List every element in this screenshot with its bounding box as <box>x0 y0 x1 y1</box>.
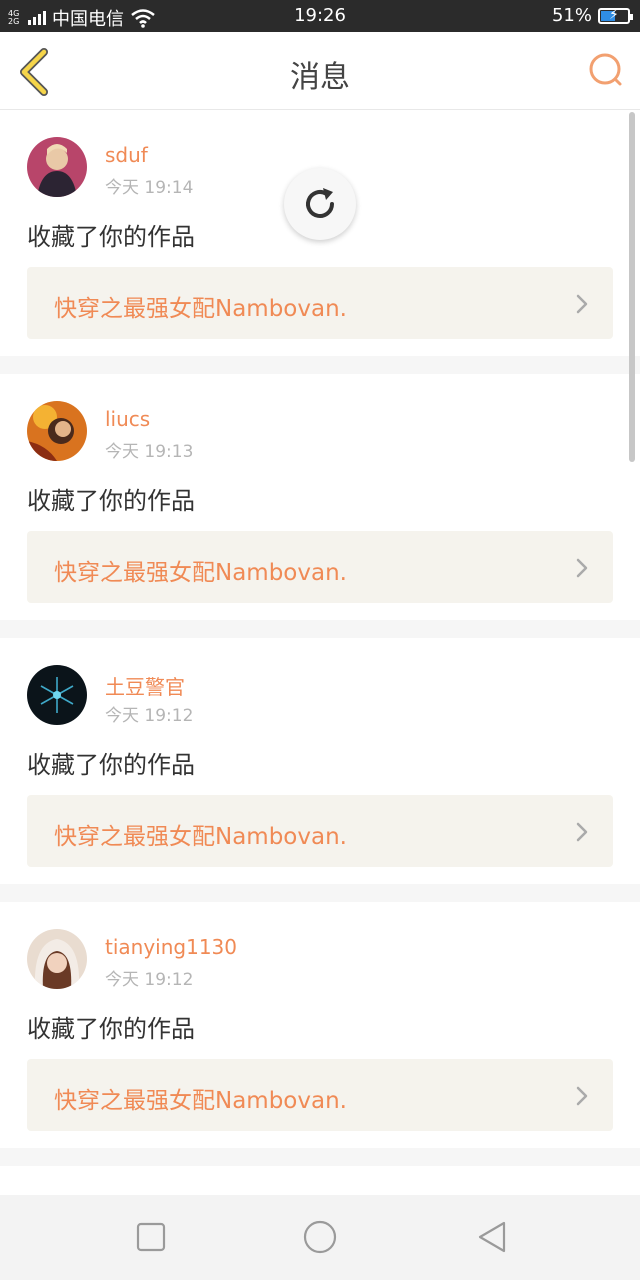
avatar[interactable] <box>27 929 87 989</box>
recent-apps-square-icon[interactable] <box>133 1219 169 1255</box>
work-link[interactable]: 快穿之最强女配Nambovan. <box>27 267 613 339</box>
message-list: sduf 今天 19:14 收藏了你的作品 快穿之最强女配Nambovan. l… <box>0 110 640 1214</box>
timestamp: 今天 19:12 <box>105 706 194 726</box>
action-text: 收藏了你的作品 <box>27 1015 195 1043</box>
search-icon[interactable] <box>586 50 626 90</box>
status-right: 51% ⚡ <box>551 5 633 26</box>
work-link[interactable]: 快穿之最强女配Nambovan. <box>27 1059 613 1131</box>
back-triangle-icon[interactable] <box>474 1219 510 1255</box>
work-title: 快穿之最强女配Nambovan. <box>54 1088 347 1114</box>
work-title: 快穿之最强女配Nambovan. <box>54 824 347 850</box>
refresh-icon <box>306 188 334 218</box>
message-card: tianying1130 今天 19:12 收藏了你的作品 快穿之最强女配Nam… <box>0 902 640 1148</box>
partial-message-card <box>0 1166 640 1196</box>
page-title: 消息 <box>290 60 350 95</box>
action-text: 收藏了你的作品 <box>27 487 195 515</box>
username[interactable]: sduf <box>105 143 148 167</box>
avatar[interactable] <box>27 401 87 461</box>
battery-percent: 51% <box>551 5 592 26</box>
work-link[interactable]: 快穿之最强女配Nambovan. <box>27 795 613 867</box>
work-title: 快穿之最强女配Nambovan. <box>54 296 347 322</box>
action-text: 收藏了你的作品 <box>27 751 195 779</box>
chevron-right-icon <box>576 558 588 578</box>
scrollbar[interactable] <box>629 112 635 462</box>
username[interactable]: 土豆警官 <box>105 671 185 700</box>
username[interactable]: tianying1130 <box>105 935 237 959</box>
timestamp: 今天 19:14 <box>105 178 194 198</box>
status-time: 19:26 <box>294 5 346 26</box>
home-circle-icon[interactable] <box>302 1219 338 1255</box>
refresh-button[interactable] <box>284 168 356 240</box>
avatar[interactable] <box>27 665 87 725</box>
chevron-right-icon <box>576 294 588 314</box>
chevron-right-icon <box>576 1086 588 1106</box>
avatar[interactable] <box>27 137 87 197</box>
work-link[interactable]: 快穿之最强女配Nambovan. <box>27 531 613 603</box>
battery-icon: ⚡ <box>598 7 633 24</box>
timestamp: 今天 19:12 <box>105 970 194 990</box>
action-text: 收藏了你的作品 <box>27 223 195 251</box>
chevron-right-icon <box>576 822 588 842</box>
work-title: 快穿之最强女配Nambovan. <box>54 560 347 586</box>
message-card: 土豆警官 今天 19:12 收藏了你的作品 快穿之最强女配Nambovan. <box>0 638 640 884</box>
username[interactable]: liucs <box>105 407 150 431</box>
app-header: 消息 <box>0 32 640 110</box>
message-card: liucs 今天 19:13 收藏了你的作品 快穿之最强女配Nambovan. <box>0 374 640 620</box>
status-bar: 4G 2G 中国电信 19:26 51% ⚡ <box>0 0 640 32</box>
timestamp: 今天 19:13 <box>105 442 194 462</box>
system-nav-bar <box>0 1195 640 1280</box>
